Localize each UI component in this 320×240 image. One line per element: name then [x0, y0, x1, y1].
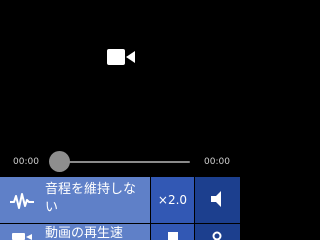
duration-time: 00:00 — [204, 157, 230, 167]
playback-speed-setting-label: 動画の再生速 — [45, 226, 124, 240]
video-camera-icon — [107, 49, 135, 65]
speaker-icon — [211, 191, 221, 207]
settings-icon — [212, 231, 222, 240]
video-area[interactable] — [0, 0, 240, 150]
current-time: 00:00 — [13, 157, 39, 167]
square-icon — [168, 232, 178, 240]
video-player-screen: 00:00 00:00 音程を維持しない ×2.0 動画の再生速 — [0, 0, 240, 240]
seek-slider-thumb[interactable] — [49, 151, 70, 172]
playback-speed-button[interactable]: ×2.0 — [151, 177, 194, 223]
video-icon — [12, 233, 32, 240]
playback-speed-label: ×2.0 — [157, 193, 188, 207]
pitch-toggle-label: 音程を維持しない — [45, 182, 137, 215]
seek-track[interactable] — [50, 161, 190, 163]
waveform-icon — [10, 193, 34, 209]
